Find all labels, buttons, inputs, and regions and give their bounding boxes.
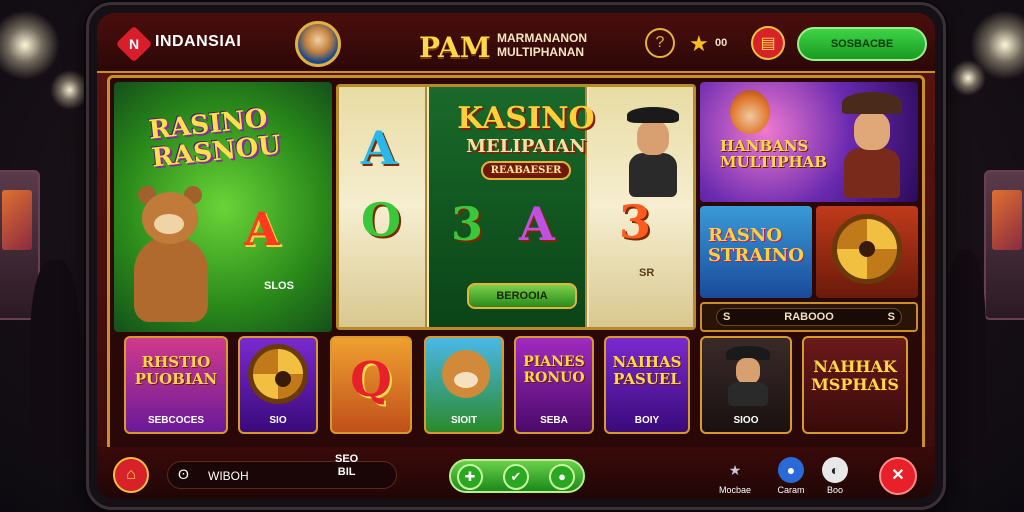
game-tile[interactable]: NAIHAS PASUEL BOIY — [604, 336, 690, 434]
rasino-title: RASINO RASNOU — [147, 103, 283, 174]
rasino-label: SLOS — [264, 280, 294, 292]
person-silhouette-left — [30, 260, 80, 460]
book-nav-icon: ◐ — [822, 457, 848, 483]
kasino-title: KASINO MELIPAIAN REABAESER — [451, 101, 601, 180]
slot-symbol-a: A — [244, 202, 280, 256]
roulette-icon — [248, 344, 308, 404]
game-rasno-straino[interactable]: RASNO STRAINO — [700, 206, 812, 298]
game-tile[interactable]: SIOIT — [424, 336, 504, 434]
cowboy-character — [623, 107, 683, 197]
game-tile[interactable]: SIOO — [700, 336, 792, 434]
game-tile[interactable]: RHSTIO PUOBIAN SEBCOCES — [124, 336, 228, 434]
reel-symbol: A — [519, 197, 555, 251]
wallet-icon: ʘ — [178, 466, 189, 482]
home-icon[interactable]: ⌂ — [113, 457, 149, 493]
bet-display: SEO BIL — [335, 453, 359, 478]
game-tile[interactable]: Q — [330, 336, 412, 434]
star-nav-icon: ★ — [728, 462, 742, 478]
game-screen: N INDANSIAI PAM MARMANANON MULTIPHANAN ?… — [97, 13, 935, 499]
bar-right-icon: S — [887, 311, 895, 323]
stage-light-left — [0, 10, 60, 80]
nav-book[interactable]: ◐ Boo — [815, 457, 855, 495]
star-count: 00 — [715, 37, 728, 49]
star-icon: ★ — [689, 31, 709, 56]
close-icon[interactable]: ✕ — [879, 457, 917, 495]
hanbans-title: HANBANS MULTIPHAB — [720, 137, 827, 171]
game-tile[interactable]: SIO — [238, 336, 318, 434]
brand-name: INDANSIAI — [155, 33, 242, 50]
tablet-device: N INDANSIAI PAM MARMANANON MULTIPHANAN ?… — [86, 2, 946, 510]
dog-mascot-icon — [442, 350, 490, 398]
arcade-cabinet-right — [984, 170, 1024, 320]
feature-game-hanbans[interactable]: HANBANS MULTIPHAB — [700, 82, 918, 202]
person-silhouette-right — [946, 250, 986, 460]
stage-light-left-2 — [50, 70, 90, 110]
rasno-straino-title: RASNO STRAINO — [708, 225, 804, 266]
game-tile[interactable]: PIANES RONUO SEBA — [514, 336, 594, 434]
app-subtitle: MARMANANON MULTIPHANAN — [497, 31, 587, 59]
player-avatar[interactable] — [295, 21, 341, 67]
reel-symbol: 3 — [451, 197, 484, 251]
jackpot-bar-label: S RABOOO S — [716, 308, 902, 326]
play-controls: ✚ ✔ ● — [449, 459, 585, 493]
reel-label: SR — [639, 267, 655, 279]
rewards-chest-icon[interactable]: ▤ — [751, 26, 785, 60]
wallet-display[interactable]: ʘ WIBOH — [167, 461, 397, 489]
reel-symbol: 3 — [619, 195, 652, 249]
stage-light-right-2 — [950, 60, 986, 96]
help-icon[interactable]: ? — [645, 28, 675, 58]
deposit-button[interactable]: SOSBACBE — [797, 27, 927, 61]
spin-button[interactable]: BEROOIA — [467, 283, 577, 309]
wheel-icon — [832, 214, 902, 284]
spin-play-icon[interactable]: ✔ — [503, 464, 529, 490]
redhead-character — [730, 90, 770, 134]
wallet-text: WIBOH — [208, 469, 249, 483]
jackpot-bar[interactable]: S RABOOO S — [700, 302, 918, 332]
reel-symbol: O — [361, 193, 402, 247]
feature-game-rasino[interactable]: RASINO RASNOU A SLOS — [114, 82, 332, 332]
camera-nav-icon: ● — [778, 457, 804, 483]
auto-spin-icon[interactable]: ✚ — [457, 464, 483, 490]
bottom-bar: ⌂ ʘ WIBOH SEO BIL ✚ ✔ ● ★ Mocbae ● Caram — [97, 447, 935, 499]
reel-symbol: A — [361, 121, 397, 175]
top-bar: N INDANSIAI PAM MARMANANON MULTIPHANAN ?… — [97, 13, 935, 73]
bar-left-icon: S — [723, 311, 731, 323]
nav-camera[interactable]: ● Caram — [771, 457, 811, 495]
game-lobby: RASINO RASNOU A SLOS A O 3 A 3 SR KASINO… — [107, 75, 925, 455]
game-wheel[interactable] — [816, 206, 918, 298]
reel-1: A O — [339, 87, 427, 327]
man-with-hat-character — [840, 92, 904, 198]
nav-favorites[interactable]: ★ Mocbae — [715, 457, 755, 495]
brand-logo-icon: N — [115, 25, 153, 63]
chat-icon[interactable]: ● — [549, 464, 575, 490]
slot-machine-kasino[interactable]: A O 3 A 3 SR KASINO MELIPAIAN REABAESER — [336, 84, 696, 330]
cowboy-icon — [726, 346, 770, 406]
game-tile[interactable]: NAHHAK MSPHAIS — [802, 336, 908, 434]
bear-mascot — [132, 186, 212, 322]
app-title: PAM — [419, 31, 491, 64]
